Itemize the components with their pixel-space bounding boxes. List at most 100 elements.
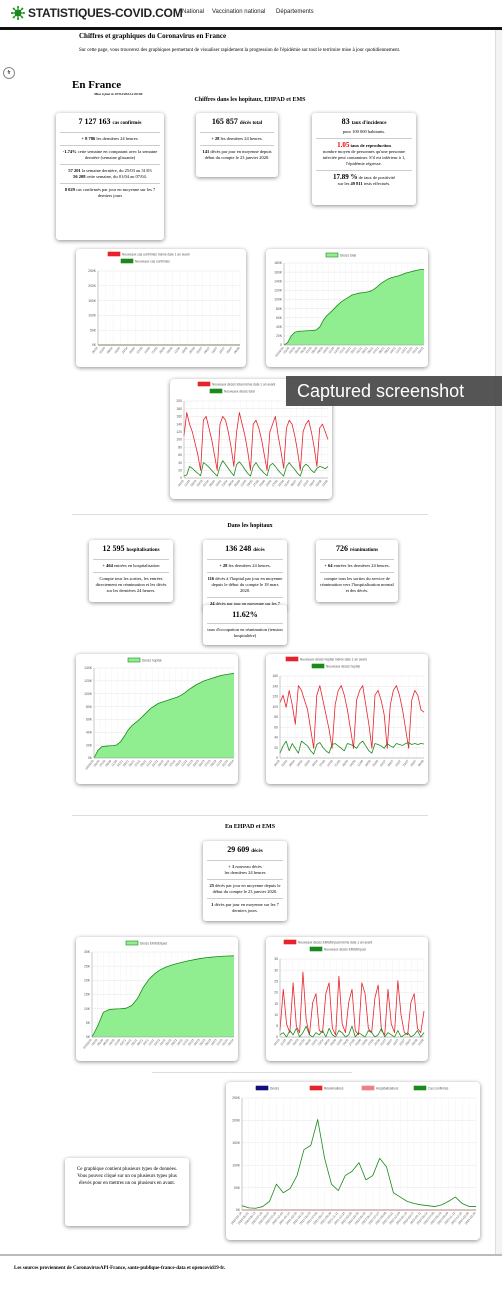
legend-label: Décès <box>270 1087 279 1091</box>
footer: Les sources proviennent de CoronavirusAP… <box>0 1254 502 1296</box>
x-tick: 30/07 <box>409 759 417 768</box>
occupancy-value: 11.62% <box>207 609 283 620</box>
y-tick-label: 80K <box>276 307 283 311</box>
series-line <box>280 1026 424 1037</box>
x-tick-label: 28/05 <box>341 759 349 768</box>
y-tick-label: 100K <box>274 298 283 302</box>
footer-sources: Les sources proviennent de CoronavirusAP… <box>14 1266 225 1271</box>
positivity-text-post: tests effectués. <box>364 181 390 186</box>
x-tick-label: 16/07 <box>210 346 218 355</box>
hosp-value: 12 595 <box>102 544 124 553</box>
y-tick-label: 60K <box>276 316 283 320</box>
chart-hosp-deaths-total[interactable]: Décès hopital0K20K40K60K80K100K120K140K1… <box>76 654 238 784</box>
legend-swatch <box>128 658 140 662</box>
x-tick-label: 12/08 <box>417 1038 425 1047</box>
y-tick-label: 120K <box>84 679 93 683</box>
chart-ehpad-total[interactable]: Décès EMS/Ehpad0K5K10K15K20K25K30K02/03/… <box>76 937 238 1061</box>
y-tick-label: 180 <box>176 407 182 411</box>
legend-label: Nouveaux décès EMS/Ehpad <box>324 948 366 952</box>
x-tick-label: 21/05 <box>334 759 342 768</box>
site-logo[interactable]: STATISTIQUES-COVID.COM <box>11 6 183 20</box>
y-tick-label: 80 <box>274 715 278 719</box>
cases-new-value: + 8 786 <box>81 136 95 141</box>
cases-avg-text: cas confirmés par jour en moyenne sur le… <box>76 187 155 198</box>
y-tick-label: 5 <box>276 1024 278 1028</box>
legend-swatch <box>210 389 222 393</box>
x-tick: 06/08 <box>233 346 241 355</box>
nav-departements[interactable]: Départements <box>276 9 314 15</box>
x-tick: 26/03 <box>273 759 281 768</box>
x-tick-label: 23/04 <box>303 759 311 768</box>
ehpad-new-value: + 1 <box>228 864 234 869</box>
y-tick-label: 15 <box>274 1002 278 1006</box>
chart-deaths-total[interactable]: Décès total020K40K60K80K100K120K140K160K… <box>266 249 428 367</box>
x-tick: 02/04 <box>98 346 106 355</box>
x-tick: 28/05 <box>158 346 166 355</box>
x-tick-label: 18/06 <box>181 346 189 355</box>
y-tick-label: 60 <box>274 725 278 729</box>
x-tick-label: 02/04 <box>98 346 106 355</box>
chart-ehpad-daily-svg: Nouveaux décès EMS/Ehpad même date 1 an … <box>266 937 428 1061</box>
y-tick-label: 80 <box>178 445 182 449</box>
x-tick-label: 06/08 <box>233 346 241 355</box>
incidence-unit: taux d'incidence <box>352 121 387 126</box>
deaths-new-value: + 28 <box>211 136 219 141</box>
hosp-deaths-card: 136 248 décès + 28 les dernières 24 heur… <box>203 540 287 610</box>
legend-swatch <box>256 1086 268 1090</box>
x-tick: 03/22 <box>417 346 425 355</box>
y-tick-label: 40K <box>276 325 283 329</box>
x-tick-label: 03/24 <box>227 759 235 768</box>
y-tick-label: 20K <box>86 743 93 747</box>
chart-cases[interactable]: Nouveaux cas confirmés même date 1 an av… <box>76 249 246 367</box>
chart-multi[interactable]: DécèsRéanimationsHospitalisationsCas con… <box>226 1082 480 1240</box>
chart-hosp-deaths-daily[interactable]: Nouveaux décès hopital même date 1 an av… <box>266 654 428 784</box>
x-tick: 16/04 <box>113 346 121 355</box>
x-tick: 04/06 <box>166 346 174 355</box>
x-tick: 03/24 <box>227 759 235 768</box>
y-tick-label: 30 <box>274 968 278 972</box>
y-tick-label: 160 <box>176 415 182 419</box>
series-area <box>284 269 424 345</box>
ehpad-value: 29 609 <box>227 845 249 854</box>
y-tick-label: 200 <box>176 399 182 403</box>
x-tick: 21/05 <box>334 759 342 768</box>
intro-title: Chiffres et graphiques du Coronavirus en… <box>79 32 439 40</box>
legend-label: Nouveaux décès total <box>224 390 255 394</box>
y-tick-label: 20 <box>178 469 182 473</box>
y-tick-label: 35 <box>274 957 278 961</box>
x-tick-label: 12/08 <box>321 479 329 488</box>
x-tick: 09/04 <box>106 346 114 355</box>
x-tick: 07/05 <box>318 759 326 768</box>
ehpad-card: 29 609 décès + 1 nouveau décès les derni… <box>203 841 287 921</box>
y-tick-label: 40 <box>274 736 278 740</box>
x-tick-label: 02/07 <box>379 759 387 768</box>
hosp-unit: hospitalisations <box>126 548 159 553</box>
cases-new-text: les dernières 24 heures. <box>96 136 138 141</box>
ehpad-avg7-text: décès par jour en moyenne sur les 7 dern… <box>215 902 279 913</box>
france-heading: En France <box>72 79 121 91</box>
chart-deaths-total-svg: Décès total020K40K60K80K100K120K140K160K… <box>266 249 428 367</box>
chart-ehpad-daily[interactable]: Nouveaux décès EMS/Ehpad même date 1 an … <box>266 937 428 1061</box>
deaths-new-text: les dernières 24 heures. <box>221 136 263 141</box>
incidence-value: 83 <box>342 117 350 126</box>
chart-ehpad-total-svg: Décès EMS/Ehpad0K5K10K15K20K25K30K02/03/… <box>76 937 238 1061</box>
y-tick-label: 100K <box>232 1163 241 1167</box>
nav-national[interactable]: National <box>182 9 204 15</box>
y-tick-label: 5K <box>86 1021 91 1025</box>
r-unit: taux de reproduction <box>351 143 391 148</box>
language-button[interactable]: fr <box>3 67 15 79</box>
x-tick-label: 06/08 <box>417 759 425 768</box>
legend-label: Décès total <box>340 254 356 258</box>
y-tick-label: 120K <box>274 289 283 293</box>
scrollbar[interactable] <box>495 30 502 1254</box>
nav-vaccination[interactable]: Vaccination national <box>212 9 265 15</box>
legend-swatch <box>126 941 138 945</box>
deaths-value: 165 857 <box>212 117 238 126</box>
y-tick-label: 15K <box>84 993 91 997</box>
y-tick-label: 100 <box>176 438 182 442</box>
chart-multi-svg: DécèsRéanimationsHospitalisationsCas con… <box>226 1082 480 1240</box>
legend-swatch <box>310 1086 322 1090</box>
x-tick: 16/07 <box>394 759 402 768</box>
deaths-card: 165 857 décès total + 28 les dernières 2… <box>196 113 278 177</box>
legend-label: Nouveaux cas confirmés même date 1 an av… <box>122 253 190 257</box>
